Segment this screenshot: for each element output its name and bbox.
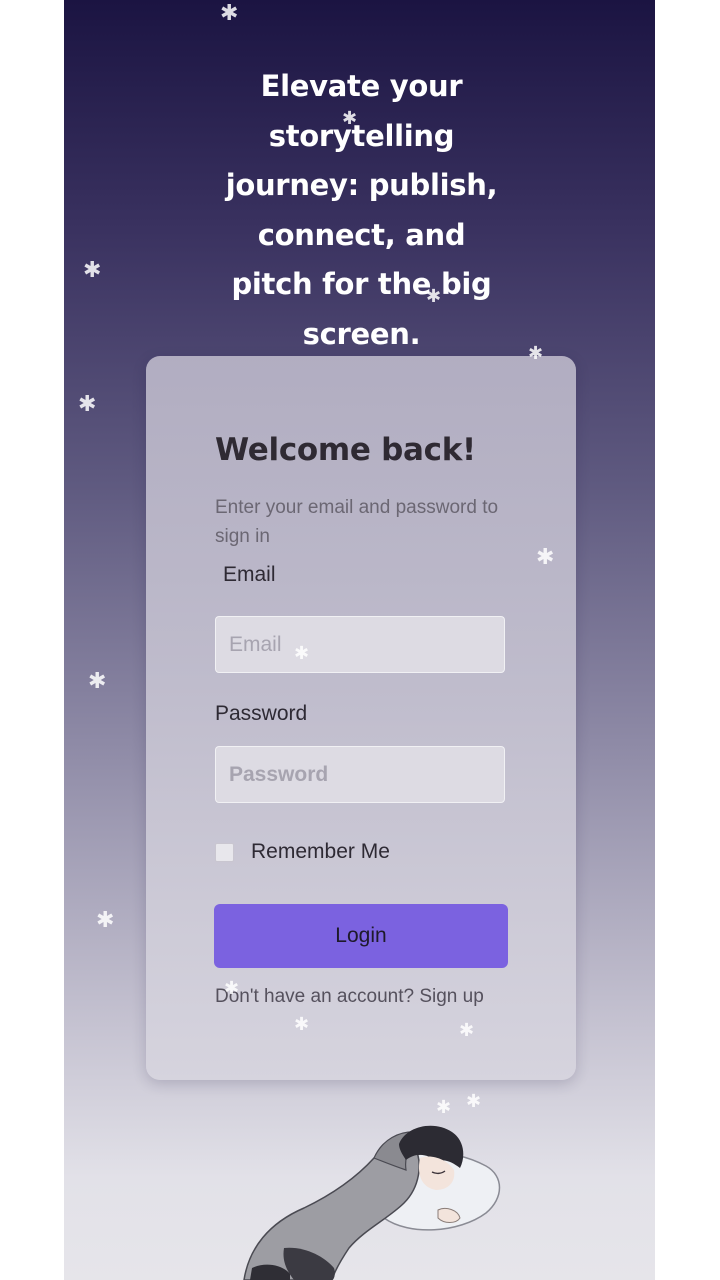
sparkle-icon: ✱ — [342, 108, 358, 129]
sparkle-icon: ✱ — [294, 643, 310, 664]
sparkle-icon: ✱ — [436, 1097, 452, 1118]
sparkle-icon: ✱ — [536, 545, 555, 570]
signup-prompt-line: Don't have an account? Sign up — [215, 986, 484, 1008]
sparkle-icon: ✱ — [88, 669, 107, 694]
card-subtitle: Enter your email and password to sign in — [215, 497, 499, 547]
login-card: Welcome back! Enter your email and passw… — [146, 356, 576, 1080]
sparkle-icon: ✱ — [220, 1, 239, 26]
password-label: Password — [215, 702, 308, 725]
remember-me-label[interactable]: Remember Me — [251, 840, 390, 864]
signup-prompt: Don't have an account? — [215, 986, 415, 1007]
signup-link[interactable]: Sign up — [419, 986, 483, 1007]
sparkle-icon: ✱ — [96, 908, 115, 933]
sparkle-icon: ✱ — [83, 258, 102, 283]
sparkle-icon: ✱ — [466, 1091, 482, 1112]
sparkle-icon: ✱ — [528, 343, 544, 364]
login-button[interactable]: Login — [214, 904, 508, 968]
sparkle-icon: ✱ — [224, 978, 240, 999]
hero-headline: Elevate your storytelling journey: publi… — [225, 69, 498, 351]
sparkle-icon: ✱ — [78, 392, 97, 417]
sparkle-icon: ✱ — [459, 1020, 475, 1041]
remember-me-checkbox[interactable] — [215, 842, 234, 862]
email-field[interactable] — [215, 616, 505, 673]
password-field[interactable] — [215, 746, 505, 803]
page-background: Elevate your storytelling journey: publi… — [64, 0, 655, 1280]
sparkle-icon: ✱ — [294, 1014, 310, 1035]
sparkle-icon: ✱ — [426, 286, 442, 307]
card-title: Welcome back! — [215, 432, 476, 468]
email-label: Email — [223, 563, 276, 586]
sleeping-character-illustration — [243, 1125, 501, 1280]
remember-me-row: Remember Me — [215, 840, 390, 864]
